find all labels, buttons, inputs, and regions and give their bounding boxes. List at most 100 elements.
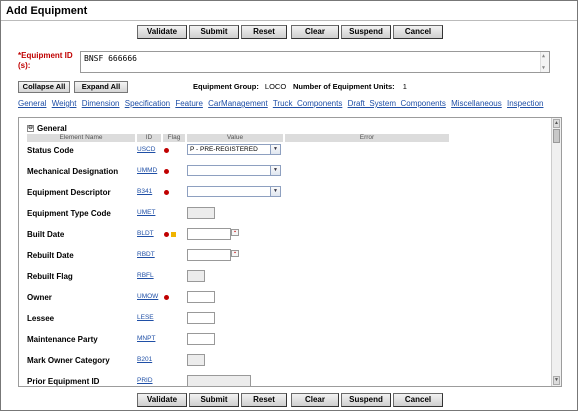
field-id-link[interactable]: B341 [137,188,152,195]
page-title: Add Equipment [6,5,88,17]
submit-button[interactable]: Submit [189,25,239,39]
field-label: Prior Equipment ID [27,377,100,386]
field-label: Rebuilt Flag [27,272,73,281]
column-header-error: Error [285,134,449,142]
suspend-button[interactable]: Suspend [341,393,391,407]
field-id-link[interactable]: MNPT [137,335,155,342]
suspend-button[interactable]: Suspend [341,25,391,39]
chevron-down-icon[interactable]: ▼ [270,145,280,154]
column-header-value: Value [187,134,283,142]
calendar-icon[interactable]: ▪ [231,250,239,257]
equipment-id-textarea[interactable]: BNSF 666666 ▲ ▼ [80,51,550,73]
field-row-equipment-type-code: Equipment Type Code UMET [19,206,549,227]
field-row-built-date: Built Date BLDT ▪ [19,227,549,248]
red-dot-icon [164,295,169,300]
field-label: Built Date [27,230,65,239]
owner-input[interactable] [187,291,215,303]
general-section-panel: ⊖ General Element Name ID Flag Value Erro… [18,117,562,387]
cancel-button[interactable]: Cancel [393,25,443,39]
field-row-status-code: Status Code USCD P - PRE-REGISTERED ▼ [19,143,549,164]
scrollbar-thumb[interactable] [553,129,560,143]
equipment-group-label: Equipment Group: [193,82,259,91]
field-id-link[interactable]: RBFL [137,272,154,279]
field-id-link[interactable]: B201 [137,356,152,363]
red-dot-icon [164,232,169,237]
calendar-icon[interactable]: ▪ [231,229,239,236]
field-row-maintenance-party: Maintenance Party MNPT [19,332,549,353]
field-id-link[interactable]: UMET [137,209,155,216]
reset-button[interactable]: Reset [241,393,287,407]
panel-scrollbar[interactable]: ▲ ▼ [551,118,561,386]
field-row-rebuilt-date: Rebuilt Date RBDT ▪ [19,248,549,269]
scroll-down-icon[interactable]: ▼ [542,65,545,71]
mechanical-designation-select[interactable]: ▼ [187,165,281,176]
section-header-general: ⊖ General [27,124,67,133]
field-id-link[interactable]: UMMD [137,167,157,174]
equipment-id-value: BNSF 666666 [84,54,137,63]
scroll-up-icon[interactable]: ▲ [542,53,545,59]
built-date-input[interactable] [187,228,231,240]
equipment-id-label: *Equipment ID (s): [18,51,73,71]
field-row-rebuilt-flag: Rebuilt Flag RBFL [19,269,549,290]
link-inspection[interactable]: Inspection [507,99,543,108]
equipment-group-info: Equipment Group: LOCO [193,82,286,91]
title-divider [1,20,577,21]
field-label: Owner [27,293,52,302]
rebuilt-date-input[interactable] [187,249,231,261]
chevron-down-icon[interactable]: ▼ [270,166,280,175]
link-draft-system-components[interactable]: Draft_System_Components [348,99,446,108]
field-row-mechanical-designation: Mechanical Designation UMMD ▼ [19,164,549,185]
collapse-section-icon[interactable]: ⊖ [27,125,34,133]
field-id-link[interactable]: BLDT [137,230,154,237]
top-toolbar: Validate Submit Reset Clear Suspend Canc… [1,24,577,41]
status-code-select[interactable]: P - PRE-REGISTERED ▼ [187,144,281,155]
equipment-group-value: LOCO [264,82,287,91]
field-label: Rebuilt Date [27,251,74,260]
link-truck-components[interactable]: Truck_Components [273,99,343,108]
bottom-toolbar: Validate Submit Reset Clear Suspend Canc… [1,392,577,409]
field-label: Maintenance Party [27,335,98,344]
chevron-down-icon[interactable]: ▼ [270,187,280,196]
link-dimension[interactable]: Dimension [82,99,120,108]
field-label: Mechanical Designation [27,167,119,176]
field-row-lessee: Lessee LESE [19,311,549,332]
column-header-id: ID [137,134,161,142]
field-id-link[interactable]: PRID [137,377,153,384]
validate-button[interactable]: Validate [137,393,187,407]
cancel-button[interactable]: Cancel [393,393,443,407]
validate-button[interactable]: Validate [137,25,187,39]
field-label: Status Code [27,146,74,155]
link-miscellaneous[interactable]: Miscellaneous [451,99,502,108]
equipment-units-label: Number of Equipment Units: [293,82,395,91]
field-label: Equipment Descriptor [27,188,111,197]
scroll-up-icon[interactable]: ▲ [553,119,560,128]
equipment-id-label-line1: *Equipment ID [18,51,73,60]
field-id-link[interactable]: RBDT [137,251,155,258]
link-general[interactable]: General [18,99,46,108]
link-carmanagement[interactable]: CarManagement [208,99,268,108]
scroll-down-icon[interactable]: ▼ [553,376,560,385]
reset-button[interactable]: Reset [241,25,287,39]
equipment-id-label-line2: (s): [18,61,31,70]
equipment-descriptor-select[interactable]: ▼ [187,186,281,197]
field-label: Lessee [27,314,55,323]
maintenance-party-input[interactable] [187,333,215,345]
expand-all-button[interactable]: Expand All [74,81,128,93]
field-id-link[interactable]: UMOW [137,293,158,300]
clear-button[interactable]: Clear [291,25,339,39]
submit-button[interactable]: Submit [189,393,239,407]
column-header-flag: Flag [163,134,185,142]
field-id-link[interactable]: LESE [137,314,154,321]
link-specification[interactable]: Specification [125,99,170,108]
rebuilt-flag-input [187,270,205,282]
collapse-all-button[interactable]: Collapse All [18,81,70,93]
link-feature[interactable]: Feature [175,99,203,108]
status-code-value: P - PRE-REGISTERED [190,146,258,153]
clear-button[interactable]: Clear [291,393,339,407]
field-id-link[interactable]: USCD [137,146,155,153]
link-weight[interactable]: Weight [52,99,77,108]
lessee-input[interactable] [187,312,215,324]
equipment-units-value: 1 [402,82,407,91]
equipment-id-scrollbar[interactable]: ▲ ▼ [540,52,549,72]
red-dot-icon [164,190,169,195]
